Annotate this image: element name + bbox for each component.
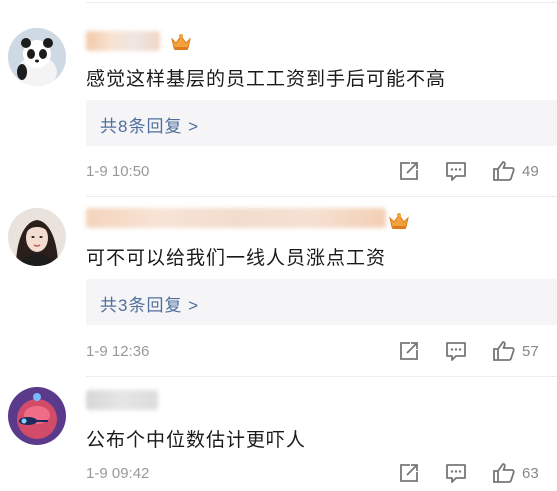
comment-icon[interactable] (445, 462, 467, 484)
comment-divider (86, 376, 557, 377)
top-divider (86, 2, 557, 3)
reply-count-link[interactable]: 共8条回复 > (100, 112, 199, 137)
comment-icon[interactable] (445, 340, 467, 362)
comment-text: 感觉这样基层的员工工资到手后可能不高 (86, 69, 447, 90)
username-blurred[interactable] (86, 31, 160, 51)
panda-avatar-image (8, 28, 66, 86)
avatar[interactable] (8, 208, 66, 266)
thumbs-up-icon[interactable] (492, 159, 516, 183)
comment-icon[interactable] (445, 160, 467, 182)
crown-badge-icon (389, 213, 409, 229)
comment-timestamp: 1-9 10:50 (86, 163, 150, 180)
comment-timestamp: 1-9 12:36 (86, 343, 150, 360)
comment-text: 可不可以给我们一线人员涨点工资 (86, 248, 387, 269)
share-icon[interactable] (398, 340, 420, 362)
share-icon[interactable] (398, 160, 420, 182)
like-count: 63 (522, 465, 539, 482)
thumbs-up-icon[interactable] (492, 339, 516, 363)
avatar[interactable] (8, 28, 66, 86)
share-icon[interactable] (398, 462, 420, 484)
like-count: 49 (522, 163, 539, 180)
username-blurred[interactable] (86, 208, 386, 228)
woman-avatar-image (8, 208, 66, 266)
like-count: 57 (522, 343, 539, 360)
cartoon-avatar-image (8, 387, 66, 445)
reply-count-link[interactable]: 共3条回复 > (100, 291, 199, 316)
reply-summary[interactable]: 共3条回复 > (86, 279, 557, 325)
comment-divider (86, 196, 557, 197)
crown-badge-icon (171, 34, 191, 50)
reply-summary[interactable]: 共8条回复 > (86, 100, 557, 146)
comment-text: 公布个中位数估计更吓人 (86, 430, 307, 451)
comment-timestamp: 1-9 09:42 (86, 465, 150, 482)
username-blurred[interactable] (86, 390, 158, 410)
avatar[interactable] (8, 387, 66, 445)
thumbs-up-icon[interactable] (492, 461, 516, 485)
